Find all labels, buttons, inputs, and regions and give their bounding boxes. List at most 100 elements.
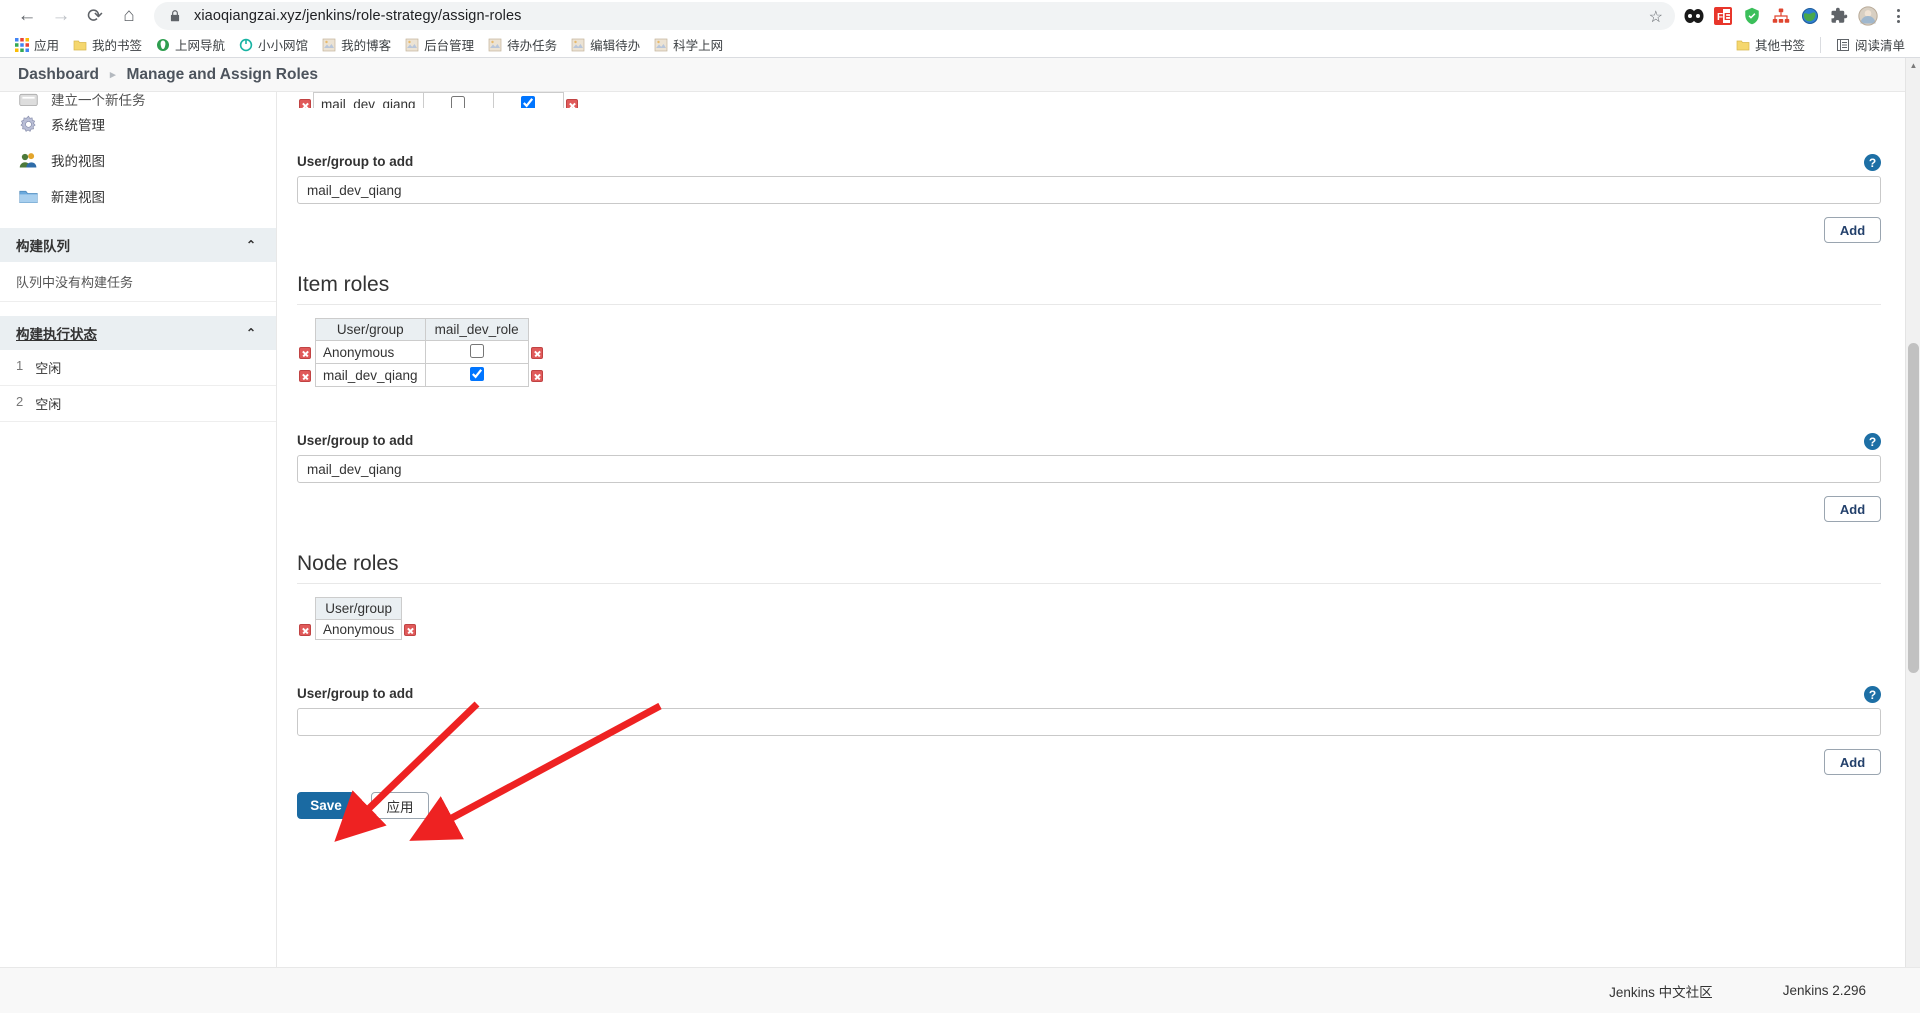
sidebar-item-label: 建立一个新任务: [51, 93, 146, 106]
row-delete-cell[interactable]: [528, 364, 547, 387]
sidebar-section-build-queue[interactable]: 构建队列 ⌃: [0, 228, 276, 262]
node-roles-table-wrap: User/group Anonymous: [291, 597, 1881, 640]
row-delete-cell[interactable]: [402, 620, 421, 640]
chevron-up-icon[interactable]: ⌃: [246, 326, 256, 340]
delete-icon[interactable]: [404, 624, 417, 637]
extension-eyes-icon[interactable]: [1681, 3, 1707, 29]
divider: [297, 304, 1881, 305]
new-job-icon: [19, 93, 38, 106]
delete-icon[interactable]: [530, 346, 543, 359]
bookmark-label: 后台管理: [424, 39, 475, 53]
table-row[interactable]: mail_dev_qiang: [297, 92, 580, 108]
vertical-scrollbar[interactable]: ▲ ▼: [1905, 58, 1920, 1013]
forward-button[interactable]: →: [44, 1, 78, 31]
sidebar-item-system-management[interactable]: 系统管理: [0, 106, 276, 142]
add-button[interactable]: Add: [1824, 496, 1881, 522]
sidebar-item-label: 新建视图: [51, 190, 105, 205]
url-text: xiaoqiangzai.xyz/jenkins/role-strategy/a…: [194, 8, 522, 24]
reading-list-button[interactable]: 阅读清单: [1829, 33, 1912, 56]
breadcrumb: Dashboard ▸ Manage and Assign Roles: [0, 58, 1920, 92]
delete-icon[interactable]: [299, 369, 311, 382]
sidebar-item-new-view[interactable]: 新建视图: [0, 178, 276, 214]
footer-community-link[interactable]: Jenkins 中文社区: [1609, 981, 1713, 1001]
permission-cell[interactable]: [424, 363, 529, 387]
permission-cell[interactable]: [422, 92, 494, 108]
bookmark-item[interactable]: 后台管理: [398, 33, 481, 56]
bookmark-item[interactable]: 编辑待办: [564, 33, 647, 56]
bookmark-star-icon[interactable]: ☆: [1649, 7, 1663, 27]
row-delete-cell[interactable]: [528, 341, 547, 364]
address-bar[interactable]: xiaoqiangzai.xyz/jenkins/role-strategy/a…: [154, 2, 1675, 30]
table-row[interactable]: Anonymous: [297, 619, 421, 640]
bookmark-item[interactable]: 上网导航: [149, 33, 232, 56]
other-bookmarks-label: 其他书签: [1754, 39, 1805, 53]
permission-cell[interactable]: [424, 340, 529, 364]
row-delete-cell[interactable]: [297, 620, 316, 640]
main-content: mail_dev_qiang User/group to add ? A: [277, 92, 1920, 967]
scroll-up-icon[interactable]: ▲: [1906, 58, 1920, 73]
sidebar-section-build-executor[interactable]: 构建执行状态 ⌃: [0, 316, 276, 350]
node-add-row: ?: [291, 686, 1881, 736]
delete-icon[interactable]: [299, 624, 311, 637]
sidebar-item-my-views[interactable]: 我的视图: [0, 142, 276, 178]
delete-icon[interactable]: [565, 98, 578, 108]
row-delete-cell[interactable]: [297, 364, 316, 387]
chevron-up-icon[interactable]: ⌃: [246, 238, 256, 252]
help-icon[interactable]: ?: [1864, 686, 1881, 703]
permission-checkbox[interactable]: [521, 96, 536, 108]
extension-sitemap-icon[interactable]: [1768, 3, 1794, 29]
row-delete-cell[interactable]: [297, 93, 314, 108]
site-icon: [239, 38, 253, 51]
home-button[interactable]: ⌂: [112, 1, 146, 31]
add-button[interactable]: Add: [1824, 217, 1881, 243]
sidebar-item-new-job[interactable]: 建立一个新任务: [0, 92, 276, 106]
help-icon[interactable]: ?: [1864, 154, 1881, 171]
item-add-input[interactable]: [297, 455, 1881, 483]
browser-menu-button[interactable]: [1886, 9, 1910, 23]
global-add-input[interactable]: [297, 176, 1881, 204]
table-row[interactable]: mail_dev_qiang: [297, 363, 547, 387]
permission-checkbox[interactable]: [451, 96, 466, 108]
breadcrumb-dashboard[interactable]: Dashboard: [18, 66, 99, 84]
help-icon[interactable]: ?: [1864, 433, 1881, 450]
bookmark-item[interactable]: 待办任务: [481, 33, 564, 56]
bookmark-item[interactable]: 我的书签: [66, 33, 149, 56]
node-add-input[interactable]: [297, 708, 1881, 736]
apps-grid-icon: [15, 37, 29, 52]
footer-version-link[interactable]: Jenkins 2.296: [1783, 983, 1866, 998]
apply-button[interactable]: 应用: [371, 792, 429, 819]
form-actions: Save 应用: [297, 792, 1881, 819]
delete-icon[interactable]: [299, 346, 311, 359]
delete-icon[interactable]: [299, 98, 311, 108]
global-add-label: User/group to add: [297, 154, 414, 169]
bookmark-item[interactable]: 科学上网: [647, 33, 730, 56]
back-button[interactable]: ←: [10, 1, 44, 31]
reload-button[interactable]: ⟳: [78, 1, 112, 31]
other-bookmarks-button[interactable]: 其他书签: [1729, 33, 1812, 56]
scrollbar-thumb[interactable]: [1908, 343, 1919, 673]
row-delete-cell[interactable]: [563, 93, 580, 108]
permission-checkbox[interactable]: [469, 367, 484, 381]
permission-cell[interactable]: [492, 92, 564, 108]
breadcrumb-current[interactable]: Manage and Assign Roles: [127, 66, 319, 84]
extension-fe-icon[interactable]: FE: [1710, 3, 1736, 29]
save-button[interactable]: Save: [297, 792, 355, 819]
permission-checkbox[interactable]: [469, 344, 484, 358]
bookmark-item[interactable]: 我的博客: [315, 33, 398, 56]
executor-row[interactable]: 1 空闲: [0, 350, 276, 386]
executor-number: 2: [16, 394, 24, 409]
page-icon: [405, 38, 419, 51]
table-row[interactable]: Anonymous: [297, 340, 547, 364]
bookmark-item[interactable]: 小小网馆: [232, 33, 315, 56]
extension-globe-icon[interactable]: [1797, 3, 1823, 29]
executor-row[interactable]: 2 空闲: [0, 386, 276, 422]
row-delete-cell[interactable]: [297, 341, 316, 364]
add-button[interactable]: Add: [1824, 749, 1881, 775]
page-icon: [322, 38, 336, 51]
extensions-puzzle-icon[interactable]: [1826, 3, 1852, 29]
delete-icon[interactable]: [530, 369, 543, 382]
bookmark-label: 上网导航: [175, 39, 226, 53]
extension-shield-icon[interactable]: [1739, 3, 1765, 29]
avatar[interactable]: [1855, 3, 1881, 29]
bookmark-item[interactable]: 应用: [8, 33, 66, 56]
